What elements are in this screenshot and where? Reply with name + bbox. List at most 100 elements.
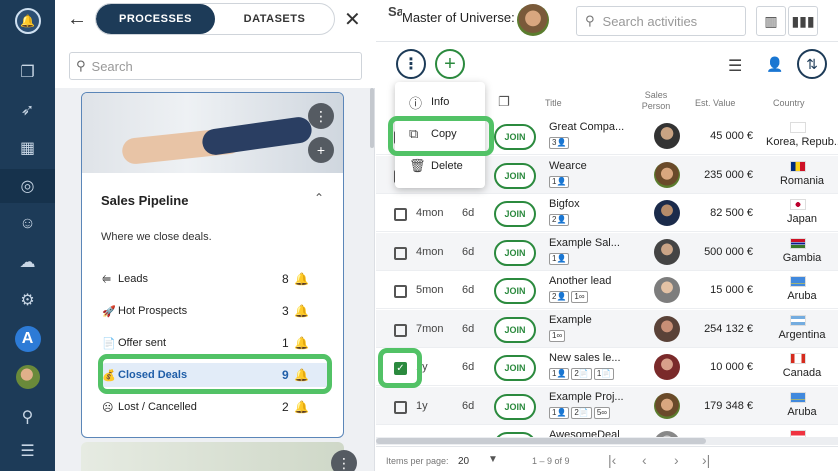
header-sales-person[interactable]: Sales Person [640,90,672,112]
tab-processes[interactable]: PROCESSES [96,4,215,34]
table-row[interactable]: 7mon 6d JOIN Example 1∞ 254 132 € Argentina [376,309,838,348]
first-page-icon[interactable]: |‹ [608,452,616,468]
row-title[interactable]: Example [549,314,631,326]
sort-button[interactable]: ⇅ [797,49,827,79]
bell-icon[interactable]: 🔔 [294,336,309,350]
join-button[interactable]: JOIN [494,124,536,150]
row-checkbox[interactable] [394,323,407,337]
sales-person-avatar[interactable] [654,161,680,188]
more-actions-button[interactable]: ⋮ [396,49,426,79]
row-title[interactable]: Great Compa... [549,121,631,133]
dropdown-icon[interactable]: ▼ [488,454,498,465]
owner-avatar[interactable] [517,4,549,36]
sales-person-avatar[interactable] [654,354,680,380]
bell-icon[interactable]: 🔔 [294,304,309,318]
header-country[interactable]: Country [773,98,805,108]
stage-item-closed-deals[interactable]: 💰 Closed Deals 9 🔔 [102,363,330,387]
add-button[interactable]: + [435,49,465,79]
join-button[interactable]: JOIN [494,201,536,227]
settings-nav[interactable]: ⚙ [0,283,55,317]
row-title[interactable]: Example Sal... [549,237,631,249]
process-card-2[interactable]: ⋮ [81,442,357,471]
tab-datasets[interactable]: DATASETS [215,4,334,34]
processes-nav[interactable]: ◎ [0,169,55,203]
menu-nav[interactable]: ☰ [0,434,55,468]
app-logo[interactable]: 🔔 [0,4,55,38]
calendar-nav[interactable]: ▦ [0,131,55,165]
card-description: Where we close deals. [101,231,212,243]
sales-person-avatar[interactable] [654,315,680,342]
row-title[interactable]: Wearce [549,160,631,172]
join-button[interactable]: JOIN [494,316,536,343]
sales-person-avatar[interactable] [654,200,680,226]
columns-view-button[interactable]: ▮▮▮ [788,6,818,36]
stage-item-hot-prospects[interactable]: 🚀 Hot Prospects 3 🔔 [102,299,330,323]
table-row[interactable]: 1y 6d JOIN Example Proj... 1👤 2📄 5∞ 179 348 € Ar… [376,386,838,425]
card-more-button[interactable]: ⋮ [308,103,334,129]
header-title[interactable]: Title [545,98,562,108]
bell-icon[interactable]: 🔔 [294,400,309,414]
row-checkbox[interactable] [394,400,407,414]
bell-icon[interactable]: 🔔 [294,368,309,382]
close-icon[interactable]: ✕ [344,7,361,32]
bell-icon[interactable]: 🔔 [294,272,309,286]
prev-page-icon[interactable]: ‹ [642,452,647,468]
user-nav[interactable] [0,360,55,394]
flag-icon [790,353,806,364]
process-card[interactable]: ⋮ + Sales Pipeline ⌃ Where we close deal… [81,92,344,438]
row-checkbox[interactable]: ✓ [394,362,407,375]
tasks-nav[interactable]: ❐ [0,55,55,89]
per-page-select[interactable]: 20 [458,456,469,467]
stage-count: 3 [282,304,289,318]
back-arrow-icon[interactable]: ← [67,8,87,31]
stage-item-leads[interactable]: ⥢ Leads 8 🔔 [102,267,330,291]
join-button[interactable]: JOIN [494,162,536,189]
stage-item-offer-sent[interactable]: 📄 Offer sent 1 🔔 [102,331,330,355]
row-checkbox[interactable] [394,246,407,260]
table-row[interactable]: ✓ 1y 6d JOIN New sales le... 1👤 2📄 1📄 10 000 € Ca… [376,348,838,386]
menu-item-delete[interactable]: 🗑 Delete [395,151,485,181]
process-search-input[interactable]: ⚲ Search [69,52,362,80]
row-title[interactable]: Bigfox [549,198,631,210]
sales-person-avatar[interactable] [654,392,680,419]
cloud-nav[interactable]: ☁ [0,245,55,279]
sales-person-avatar[interactable] [654,123,680,149]
row-value: 500 000 € [704,245,753,258]
join-button[interactable]: JOIN [494,393,536,420]
menu-item-info[interactable]: ⓘ Info [395,87,485,117]
sales-person-avatar[interactable] [654,238,680,265]
contacts-nav[interactable]: ☺ [0,207,55,241]
row-title[interactable]: Example Proj... [549,391,631,403]
next-page-icon[interactable]: › [674,452,679,468]
chevron-up-icon[interactable]: ⌃ [314,191,324,205]
header-est-value[interactable]: Est. Value [695,98,735,108]
stage-item-lost-cancelled[interactable]: ☹ Lost / Cancelled 2 🔔 [102,395,330,419]
table-row[interactable]: 4mon 6d JOIN Bigfox 2👤 82 500 € Japan [376,194,838,232]
card-add-button[interactable]: + [308,137,334,163]
last-page-icon[interactable]: ›| [702,452,710,468]
horizontal-scrollbar[interactable] [376,437,838,445]
sales-person-avatar[interactable] [654,277,680,303]
table-row[interactable]: JOINAwesomeDeal [376,425,838,437]
row-title[interactable]: Another lead [549,275,631,287]
table-row[interactable]: 4mon 6d JOIN Example Sal... 1👤 500 000 € Gambi… [376,232,838,271]
map-view-button[interactable]: ▥ [756,6,786,36]
menu-label: Delete [431,160,463,172]
join-button[interactable]: JOIN [494,278,536,304]
row-title[interactable]: New sales le... [549,352,631,364]
card-more-button[interactable]: ⋮ [331,450,357,471]
table-row[interactable]: 5mon 6d JOIN Another lead 2👤 1∞ 15 000 € Aruba [376,271,838,309]
join-button[interactable]: JOIN [494,239,536,266]
row-checkbox[interactable] [394,285,407,298]
join-button[interactable]: JOIN [494,355,536,381]
row-title[interactable]: AwesomeDeal [549,429,631,437]
filter-icon[interactable]: ☰ [728,56,742,76]
person-icon[interactable]: 👤 [766,56,783,73]
menu-item-copy[interactable]: ⧉ Copy [395,119,485,149]
activity-search-input[interactable]: ⚲ Search activities [576,6,746,36]
search-nav[interactable]: ⚲ [0,400,55,434]
account-nav[interactable]: A [0,322,55,356]
panel-scrollbar[interactable] [370,88,374,148]
row-checkbox[interactable] [394,208,407,221]
launch-nav[interactable]: ➶ [0,93,55,127]
